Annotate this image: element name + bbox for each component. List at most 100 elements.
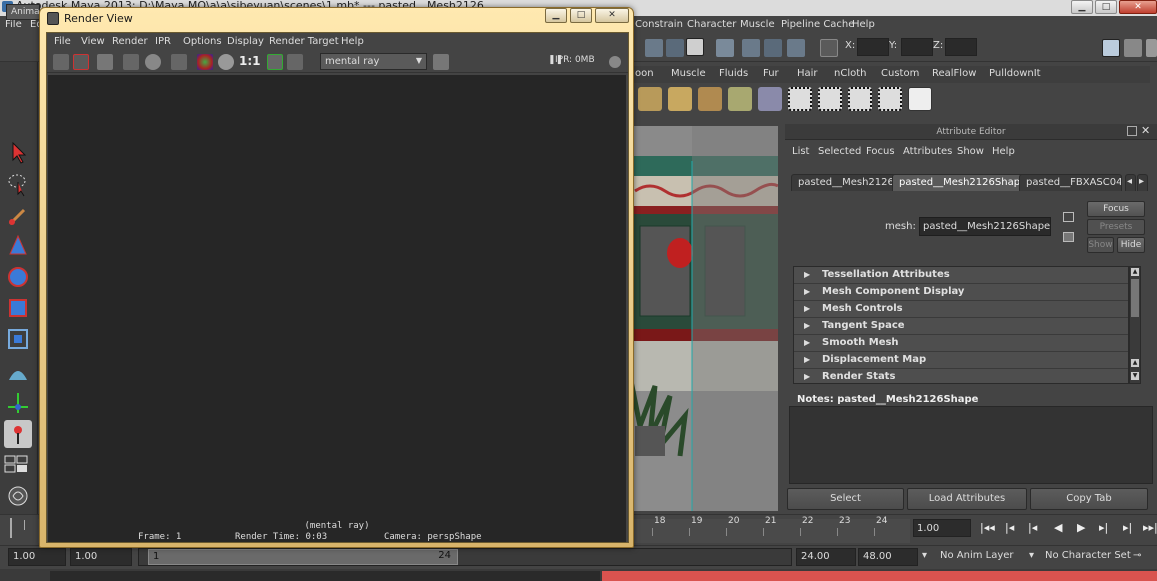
redo-previous-render-icon[interactable]	[53, 54, 69, 70]
character-set-dropdown[interactable]: No Character Set	[1045, 550, 1131, 561]
shelf-tab-fur[interactable]: Fur	[763, 68, 779, 79]
go-to-input-icon[interactable]	[1063, 212, 1074, 222]
show-button[interactable]: Show	[1087, 237, 1114, 253]
copy-tab-button[interactable]: Copy Tab	[1030, 488, 1148, 510]
shelf-tab-ncloth[interactable]: nCloth	[834, 68, 866, 79]
show-render-view-icon[interactable]	[686, 38, 704, 56]
start-time-field[interactable]: 1.00	[8, 548, 66, 566]
anim-layer-dropdown[interactable]: No Anim Layer	[940, 550, 1014, 561]
ae-menu-attributes[interactable]: Attributes	[903, 146, 952, 157]
shelf-tab-realflow[interactable]: RealFlow	[932, 68, 976, 79]
rv-menu-options[interactable]: Options	[183, 36, 222, 47]
step-forward-key-icon[interactable]: ▸|	[1099, 521, 1108, 534]
close-panel-icon[interactable]: ✕	[1141, 124, 1150, 137]
rv-menu-help[interactable]: Help	[341, 36, 364, 47]
go-to-output-icon[interactable]	[1063, 232, 1074, 242]
ae-menu-selected[interactable]: Selected	[818, 146, 861, 157]
tab-scroll-right-icon[interactable]: ▸	[1137, 174, 1148, 191]
hypershade-icon[interactable]	[764, 39, 782, 57]
range-slider-handle[interactable]: 1 24	[148, 549, 458, 565]
shelf-tab-pulldownit[interactable]: PulldownIt	[989, 68, 1041, 79]
minimize-button[interactable]: ▁	[1071, 0, 1093, 14]
step-back-key-icon[interactable]: |◂	[1028, 521, 1037, 534]
rv-minimize-button[interactable]: ▁	[545, 8, 567, 23]
shelf-checker-2-icon[interactable]	[818, 87, 842, 111]
menu-file[interactable]: File	[5, 19, 22, 30]
rotate-tool-icon[interactable]	[4, 263, 32, 291]
rgb-channels-icon[interactable]	[197, 54, 213, 70]
focus-button[interactable]: Focus	[1087, 201, 1145, 217]
select-button[interactable]: Select	[787, 488, 904, 510]
section-render-stats[interactable]: ▶ Render Stats	[794, 369, 1128, 383]
maximize-button[interactable]: □	[1095, 0, 1117, 14]
remove-image-icon[interactable]	[287, 54, 303, 70]
scroll-thumb[interactable]	[1131, 279, 1139, 317]
shelf-tab-custom[interactable]: Custom	[881, 68, 919, 79]
x-field[interactable]	[857, 38, 889, 56]
section-displacement-map[interactable]: ▶ Displacement Map	[794, 352, 1128, 369]
section-tangent-space[interactable]: ▶ Tangent Space	[794, 318, 1128, 335]
perspective-viewport[interactable]	[630, 126, 778, 511]
render-settings-icon[interactable]	[171, 54, 187, 70]
mode-selector[interactable]: Animati	[6, 4, 40, 20]
snapshot-icon[interactable]	[97, 54, 113, 70]
layout-icons[interactable]	[4, 455, 32, 473]
section-tessellation[interactable]: ▶ Tessellation Attributes	[794, 267, 1128, 284]
load-attributes-button[interactable]: Load Attributes	[907, 488, 1027, 510]
menu-pipeline-cache[interactable]: Pipeline Cache	[781, 19, 854, 30]
playback-end-field[interactable]: 24.00	[796, 548, 856, 566]
notes-textarea[interactable]	[789, 406, 1153, 484]
end-time-field[interactable]: 48.00	[858, 548, 918, 566]
channel-box-toggle-icon[interactable]	[1146, 39, 1157, 57]
tab-shape-node[interactable]: pasted__Mesh2126Shape	[892, 174, 1034, 191]
anim-layer-arrow-icon[interactable]: ▾	[922, 550, 927, 561]
menu-muscle[interactable]: Muscle	[740, 19, 775, 30]
rv-menu-ipr[interactable]: IPR	[155, 36, 171, 47]
shelf-tab-hair[interactable]: Hair	[797, 68, 818, 79]
render-canvas[interactable]: (mental ray) Frame: 1 Render Time: 0:03 …	[48, 75, 626, 542]
rv-menu-render-target[interactable]: Render Target	[269, 36, 339, 47]
auto-key-icon[interactable]: ⊸	[1133, 550, 1141, 561]
playback-start-field[interactable]: 1.00	[70, 548, 132, 566]
hide-button[interactable]: Hide	[1117, 237, 1145, 253]
section-mesh-component-display[interactable]: ▶ Mesh Component Display	[794, 284, 1128, 301]
select-tool-icon[interactable]	[4, 138, 32, 166]
shelf-tool-5-icon[interactable]	[758, 87, 782, 111]
shelf-tool-4-icon[interactable]	[728, 87, 752, 111]
render-region-icon[interactable]	[666, 39, 684, 57]
shelf-tool-1-icon[interactable]	[638, 87, 662, 111]
rv-menu-display[interactable]: Display	[227, 36, 264, 47]
ae-menu-show[interactable]: Show	[957, 146, 984, 157]
alpha-channel-icon[interactable]	[218, 54, 234, 70]
play-backwards-icon[interactable]: ◀	[1054, 521, 1062, 534]
shelf-tab-fluids[interactable]: Fluids	[719, 68, 748, 79]
ipr-render-icon[interactable]	[123, 54, 139, 70]
command-input[interactable]	[50, 571, 600, 581]
shelf-tab-toon[interactable]: oon	[635, 68, 654, 79]
rv-maximize-button[interactable]: □	[570, 8, 592, 23]
go-to-start-icon[interactable]: |◂◂	[980, 521, 995, 534]
play-forwards-icon[interactable]: ▶	[1077, 521, 1085, 534]
show-manipulator-icon[interactable]	[4, 389, 32, 417]
keep-image-icon[interactable]	[267, 54, 283, 70]
universal-manipulator-icon[interactable]	[4, 325, 32, 353]
presets-button[interactable]: Presets	[1087, 219, 1145, 235]
go-to-end-icon[interactable]: ▸▸|	[1143, 521, 1157, 534]
real-size-button[interactable]: 1:1	[239, 54, 261, 70]
section-mesh-controls[interactable]: ▶ Mesh Controls	[794, 301, 1128, 318]
paint-select-tool-icon[interactable]	[4, 202, 32, 230]
tab-transform-node[interactable]: pasted__Mesh2126	[791, 174, 901, 191]
section-smooth-mesh[interactable]: ▶ Smooth Mesh	[794, 335, 1128, 352]
render-region-icon[interactable]	[73, 54, 89, 70]
y-field[interactable]	[901, 38, 933, 56]
shelf-checker-5-icon[interactable]	[908, 87, 932, 111]
snap-icon[interactable]	[787, 39, 805, 57]
menu-character[interactable]: Character	[687, 19, 736, 30]
sections-scrollbar[interactable]: ▲ ▲ ▼	[1129, 266, 1141, 384]
close-button[interactable]: ✕	[1119, 0, 1157, 14]
scroll-down-icon[interactable]: ▼	[1131, 372, 1139, 380]
float-panel-icon[interactable]	[1127, 126, 1137, 136]
z-field[interactable]	[945, 38, 977, 56]
rv-menu-render[interactable]: Render	[112, 36, 148, 47]
shelf-tab-muscle[interactable]: Muscle	[671, 68, 706, 79]
